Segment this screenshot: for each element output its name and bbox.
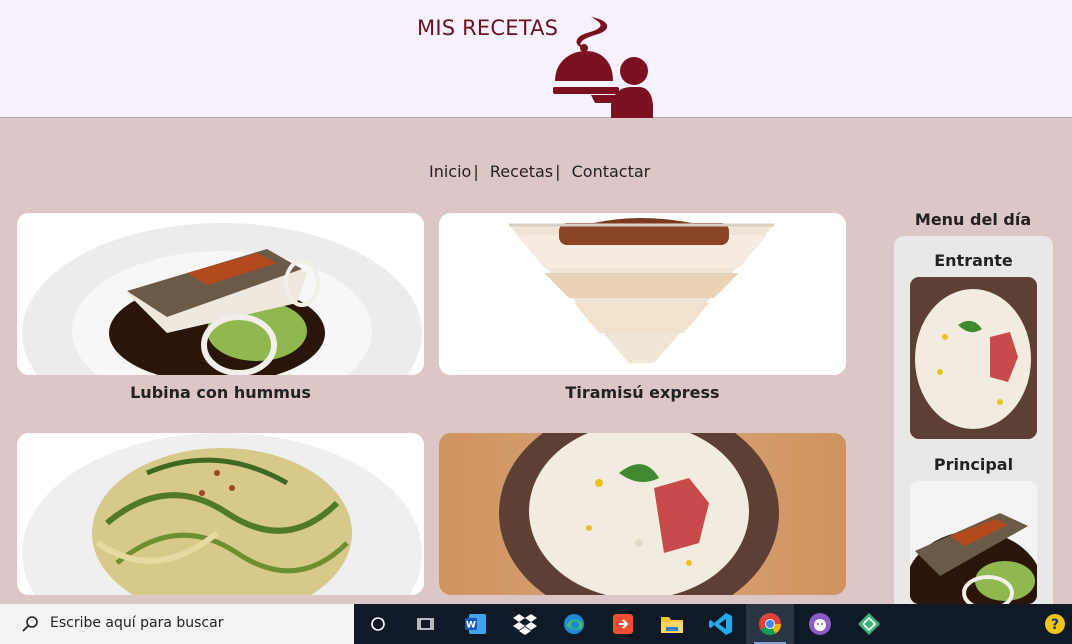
vscode-icon[interactable] <box>697 604 745 644</box>
cortana-icon[interactable] <box>354 604 402 644</box>
git-icon[interactable] <box>599 604 647 644</box>
svg-text:W: W <box>466 621 476 631</box>
menu-entrante-image[interactable] <box>910 277 1037 439</box>
recipe-card-tiramisu[interactable] <box>439 213 846 375</box>
word-icon[interactable]: W <box>452 604 500 644</box>
waiter-cloche-icon <box>553 17 653 118</box>
svg-text:?: ? <box>1051 617 1059 633</box>
recipe-card-zucchini[interactable] <box>17 433 424 595</box>
chrome-icon[interactable] <box>746 604 794 644</box>
menu-section-principal: Principal <box>933 455 1014 474</box>
nav-link-recetas[interactable]: Recetas <box>490 162 553 181</box>
recipe-card-soup[interactable] <box>439 433 846 595</box>
site-header: MIS RECETAS <box>0 0 1072 118</box>
taskbar-search-box[interactable]: Escribe aquí para buscar <box>0 604 354 644</box>
help-icon[interactable]: ? <box>1038 604 1072 644</box>
menu-principal-image[interactable] <box>910 481 1037 604</box>
menu-section-entrante: Entrante <box>934 251 1013 270</box>
nav-separator: | <box>473 162 479 181</box>
nav-link-inicio[interactable]: Inicio <box>429 162 471 181</box>
sea-bass-dish-image <box>910 481 1037 604</box>
white-soup-bowl-image <box>910 277 1037 439</box>
windows-taskbar: Escribe aquí para buscar W ? <box>0 604 1072 644</box>
task-view-icon[interactable] <box>402 604 450 644</box>
recipe-card-lubina[interactable] <box>17 213 424 375</box>
taskbar-search-placeholder: Escribe aquí para buscar <box>50 615 224 631</box>
recipe-title[interactable]: Lubina con hummus <box>17 383 424 402</box>
github-desktop-icon[interactable] <box>796 604 844 644</box>
main-nav: Inicio | Recetas | Contactar <box>429 162 650 181</box>
zucchini-noodles-image <box>17 433 424 595</box>
nav-separator: | <box>555 162 561 181</box>
site-title: MIS RECETAS <box>417 16 559 40</box>
dropbox-icon[interactable] <box>501 604 549 644</box>
white-soup-bowl-image <box>439 433 846 595</box>
gitkraken-icon[interactable] <box>845 604 893 644</box>
search-icon <box>22 616 38 632</box>
tiramisu-glass-image <box>439 213 846 375</box>
menu-del-dia-title: Menu del día <box>914 210 1032 229</box>
nav-link-contactar[interactable]: Contactar <box>572 162 651 181</box>
edge-icon[interactable] <box>550 604 598 644</box>
recipe-title[interactable]: Tiramisú express <box>439 383 846 402</box>
sea-bass-dish-image <box>17 213 424 375</box>
file-explorer-icon[interactable] <box>648 604 696 644</box>
